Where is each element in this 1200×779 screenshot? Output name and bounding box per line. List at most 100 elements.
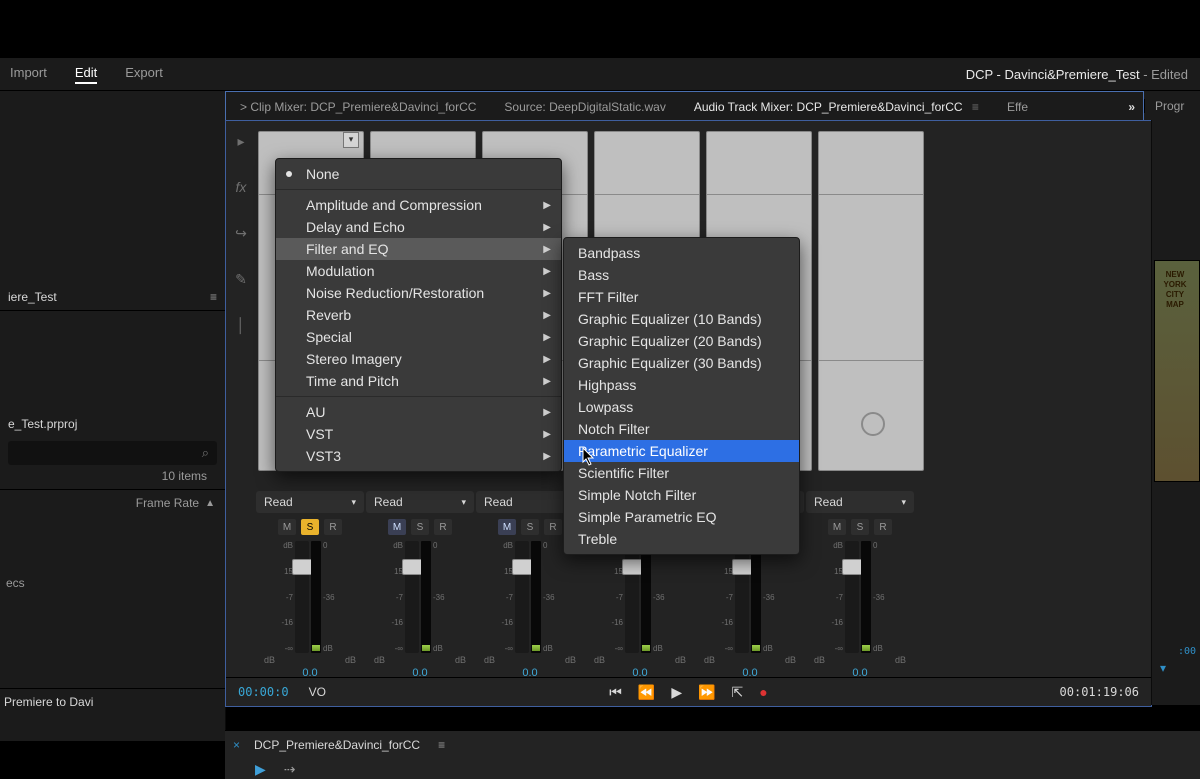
timeline-sequence-name[interactable]: DCP_Premiere&Davinci_forCC xyxy=(254,738,420,752)
fx-submenu-item[interactable]: Simple Parametric EQ xyxy=(564,506,799,528)
fx-filter-eq-submenu: BandpassBassFFT FilterGraphic Equalizer … xyxy=(563,237,800,555)
export-icon[interactable]: ⇱ xyxy=(732,684,744,701)
fx-submenu-item[interactable]: Graphic Equalizer (10 Bands) xyxy=(564,308,799,330)
playhead-marker-icon[interactable]: ▾ xyxy=(1160,661,1180,673)
menu-edit[interactable]: Edit xyxy=(75,65,97,84)
fx-submenu-item[interactable]: FFT Filter xyxy=(564,286,799,308)
go-start-icon[interactable]: ⏮ xyxy=(609,684,622,701)
timeline-toolrow: ▶ ⇢ xyxy=(225,759,1200,779)
level-meter xyxy=(421,541,431,653)
tab-source[interactable]: Source: DeepDigitalStatic.wav xyxy=(490,100,679,114)
menu-export[interactable]: Export xyxy=(125,65,163,84)
automation-mode-dropdown[interactable]: Read▾ xyxy=(806,491,914,513)
timecode-in[interactable]: 00:00:0 xyxy=(238,685,289,699)
fx-menu-item[interactable]: Delay and Echo▶ xyxy=(276,216,561,238)
frame-rate-header[interactable]: Frame Rate▲ xyxy=(0,489,225,516)
volume-fader[interactable] xyxy=(295,541,309,653)
timeline-close-icon[interactable]: × xyxy=(233,738,240,752)
timecode-out[interactable]: 00:01:19:06 xyxy=(1060,685,1139,699)
record-button[interactable]: R xyxy=(544,519,562,535)
search-input[interactable]: ⌕ xyxy=(8,441,217,465)
automation-mode-dropdown[interactable]: Read▾ xyxy=(256,491,364,513)
tab-program[interactable]: Progr xyxy=(1144,99,1200,113)
project-file-row[interactable]: e_Test.prproj xyxy=(0,411,225,437)
solo-button[interactable]: S xyxy=(411,519,429,535)
project-panel: iere_Test ≡ e_Test.prproj ⌕ 10 items Fra… xyxy=(0,120,226,741)
tab-effects[interactable]: Effe xyxy=(993,100,1042,114)
item-count: 10 items xyxy=(0,469,225,483)
program-monitor-strip: NEW YORK CITY MAP :00 ▾ xyxy=(1151,120,1200,705)
fx-submenu-item[interactable]: Graphic Equalizer (30 Bands) xyxy=(564,352,799,374)
fx-menu-item[interactable]: Stereo Imagery▶ xyxy=(276,348,561,370)
step-back-icon[interactable]: ⏪ xyxy=(638,684,655,701)
fx-menu-none[interactable]: None xyxy=(276,163,561,185)
fx-menu-item[interactable]: Filter and EQ▶ xyxy=(276,238,561,260)
record-button[interactable]: R xyxy=(434,519,452,535)
level-meter xyxy=(641,541,651,653)
fx-menu-plugin-format[interactable]: AU▶ xyxy=(276,401,561,423)
solo-button[interactable]: S xyxy=(521,519,539,535)
tool-send-icon[interactable]: ↪ xyxy=(233,225,249,241)
bin-item-premiere[interactable]: Premiere to Davi xyxy=(0,688,225,715)
fx-submenu-item[interactable]: Bass xyxy=(564,264,799,286)
record-icon[interactable]: ● xyxy=(759,684,767,701)
step-fwd-icon[interactable]: ⏩ xyxy=(698,684,715,701)
fx-submenu-item[interactable]: Simple Notch Filter xyxy=(564,484,799,506)
fx-slot-dropdown-icon[interactable]: ▾ xyxy=(343,132,359,148)
record-button[interactable]: R xyxy=(324,519,342,535)
volume-fader[interactable] xyxy=(625,541,639,653)
level-meter xyxy=(311,541,321,653)
level-meter xyxy=(861,541,871,653)
fx-submenu-item[interactable]: Scientific Filter xyxy=(564,462,799,484)
tab-clip-mixer[interactable]: > Clip Mixer: DCP_Premiere&Davinci_forCC xyxy=(226,100,490,114)
record-button[interactable]: R xyxy=(874,519,892,535)
tool-pen-icon[interactable]: ✎ xyxy=(233,271,249,287)
selection-tool-icon[interactable]: ▶ xyxy=(255,761,266,778)
tool-fx-icon[interactable]: fx xyxy=(233,179,249,195)
main-menubar: Import Edit Export DCP - Davinci&Premier… xyxy=(0,58,1200,90)
fx-submenu-item[interactable]: Treble xyxy=(564,528,799,550)
fx-submenu-item[interactable]: Lowpass xyxy=(564,396,799,418)
volume-fader[interactable] xyxy=(405,541,419,653)
timeline-tab-bar: × DCP_Premiere&Davinci_forCC ≡ xyxy=(225,730,1200,759)
search-icon: ⌕ xyxy=(202,445,209,461)
fx-submenu-item[interactable]: Bandpass xyxy=(564,242,799,264)
fx-menu-item[interactable]: Noise Reduction/Restoration▶ xyxy=(276,282,561,304)
mute-button[interactable]: M xyxy=(828,519,846,535)
play-icon[interactable]: ▶ xyxy=(671,684,682,701)
fx-submenu-item[interactable]: Graphic Equalizer (20 Bands) xyxy=(564,330,799,352)
ripple-tool-icon[interactable]: ⇢ xyxy=(284,761,296,778)
bin-item[interactable]: ecs xyxy=(0,576,225,590)
fx-menu-item[interactable]: Reverb▶ xyxy=(276,304,561,326)
fx-menu-item[interactable]: Special▶ xyxy=(276,326,561,348)
mute-button[interactable]: M xyxy=(388,519,406,535)
fx-submenu-item[interactable]: Notch Filter xyxy=(564,418,799,440)
solo-button[interactable]: S xyxy=(301,519,319,535)
volume-fader[interactable] xyxy=(515,541,529,653)
volume-fader[interactable] xyxy=(735,541,749,653)
fx-menu-item[interactable]: Time and Pitch▶ xyxy=(276,370,561,392)
project-bin-row[interactable]: iere_Test ≡ xyxy=(0,284,225,310)
menu-import[interactable]: Import xyxy=(10,65,47,84)
automation-mode-dropdown[interactable]: Read▾ xyxy=(366,491,474,513)
fx-menu-plugin-format[interactable]: VST▶ xyxy=(276,423,561,445)
pan-knob[interactable] xyxy=(861,412,885,436)
tab-menu-icon[interactable]: ≡ xyxy=(972,100,979,114)
fx-slot[interactable] xyxy=(818,131,924,471)
tool-line-icon[interactable]: │ xyxy=(233,317,249,333)
tab-audio-track-mixer[interactable]: Audio Track Mixer: DCP_Premiere&Davinci_… xyxy=(680,100,993,114)
fx-menu-plugin-format[interactable]: VST3▶ xyxy=(276,445,561,467)
fx-submenu-item[interactable]: Highpass xyxy=(564,374,799,396)
fx-submenu-item[interactable]: Parametric Equalizer xyxy=(564,440,799,462)
mute-button[interactable]: M xyxy=(498,519,516,535)
volume-fader[interactable] xyxy=(845,541,859,653)
fx-menu-item[interactable]: Modulation▶ xyxy=(276,260,561,282)
hamburger-icon[interactable]: ≡ xyxy=(210,290,217,304)
timeline-menu-icon[interactable]: ≡ xyxy=(438,738,445,752)
solo-button[interactable]: S xyxy=(851,519,869,535)
fx-menu-item[interactable]: Amplitude and Compression▶ xyxy=(276,194,561,216)
window-title: DCP - Davinci&Premiere_Test - Edited xyxy=(966,67,1188,82)
mute-button[interactable]: M xyxy=(278,519,296,535)
tool-arrow-icon[interactable]: ▸ xyxy=(233,133,249,149)
more-tabs-icon[interactable]: » xyxy=(1128,100,1135,114)
